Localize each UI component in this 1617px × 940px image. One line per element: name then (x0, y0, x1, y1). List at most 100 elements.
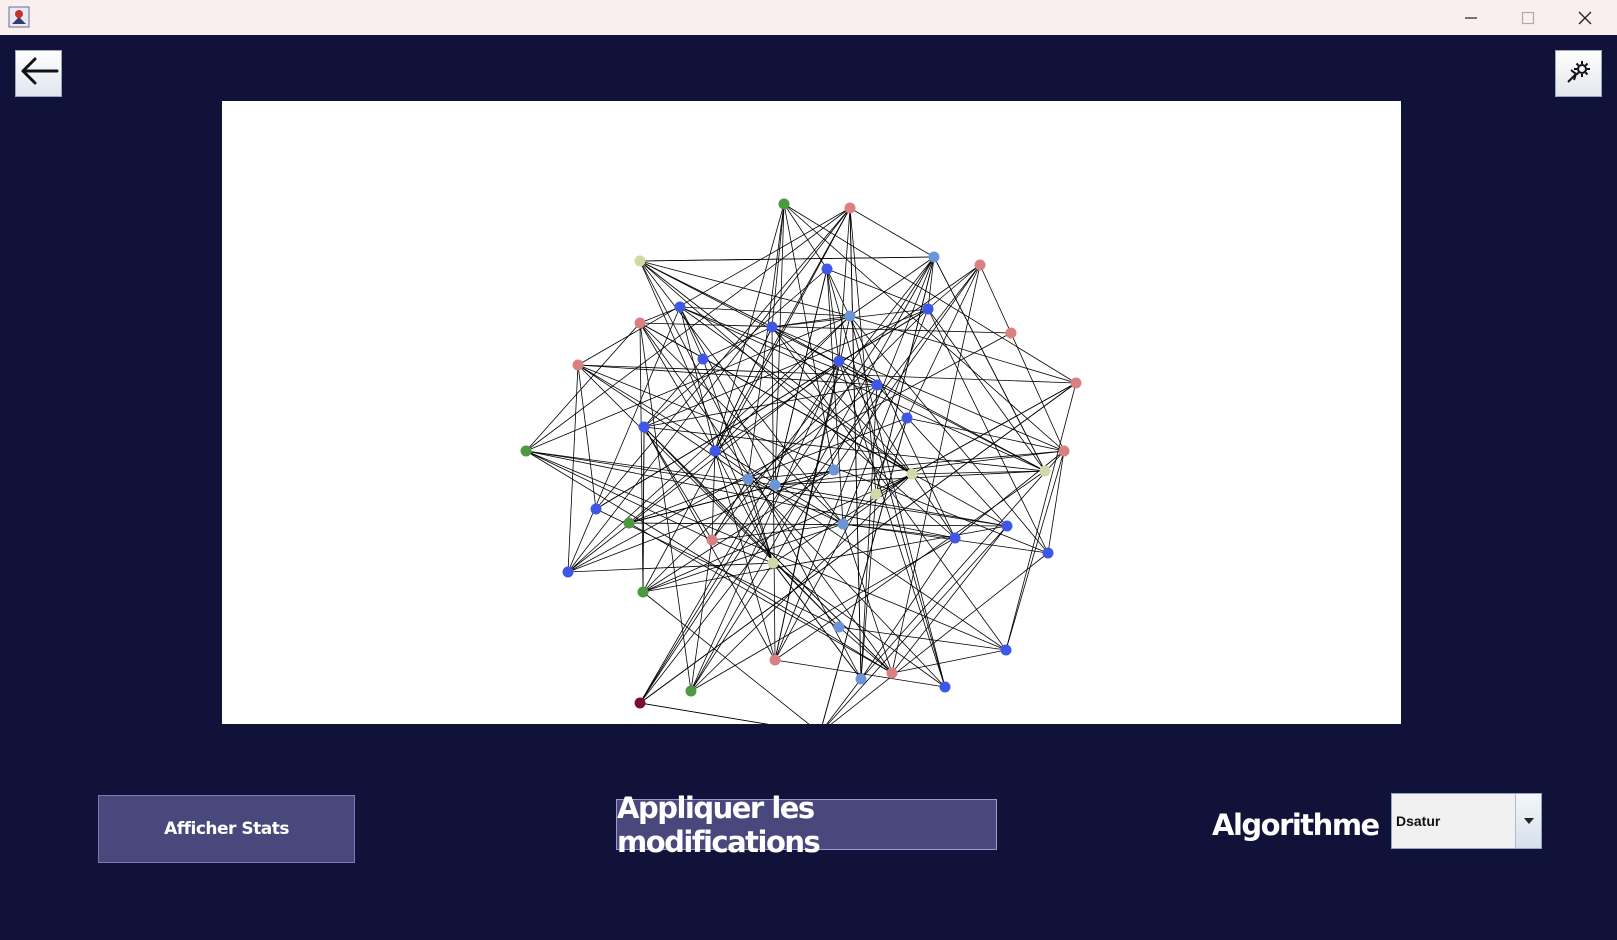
graph-node[interactable] (697, 353, 709, 365)
chevron-down-icon[interactable] (1515, 794, 1541, 848)
graph-edge (927, 308, 1046, 472)
graph-node[interactable] (833, 621, 845, 633)
graph-canvas[interactable] (222, 101, 1401, 724)
graph-node[interactable] (939, 681, 951, 693)
graph-node[interactable] (637, 586, 649, 598)
graph-node[interactable] (871, 379, 883, 391)
graph-edge (838, 360, 1046, 472)
arrow-left-icon (19, 56, 59, 91)
graph-node[interactable] (870, 488, 882, 500)
graph-node[interactable] (901, 412, 913, 424)
graph-node[interactable] (706, 534, 718, 546)
graph-edge (826, 268, 844, 525)
graph-edge (567, 315, 851, 573)
graph-edge (875, 382, 1077, 495)
graph-edge (747, 203, 785, 480)
graph-node[interactable] (974, 259, 986, 271)
graph-edge (906, 264, 981, 419)
graph-node[interactable] (623, 517, 635, 529)
graph-edge (1010, 332, 1065, 452)
graph-edge (639, 702, 769, 724)
graph-edge (979, 264, 1012, 334)
graph-node[interactable] (886, 667, 898, 679)
algorithm-label: Algorithme (1212, 808, 1380, 842)
close-icon[interactable] (1557, 0, 1613, 35)
back-button[interactable] (15, 50, 62, 97)
graph-node[interactable] (769, 479, 781, 491)
graph-node[interactable] (590, 503, 602, 515)
graph-node[interactable] (1039, 465, 1051, 477)
graph-edge (783, 203, 1065, 452)
graph-edge (525, 207, 851, 452)
graph-node[interactable] (520, 445, 532, 457)
graph-edge (838, 207, 851, 362)
graph-node[interactable] (1070, 377, 1082, 389)
maximize-icon[interactable] (1500, 0, 1556, 35)
gear-icon (1564, 56, 1594, 91)
graph-edge (774, 470, 1046, 661)
graph-edge (830, 552, 1049, 724)
graph-edge (525, 450, 776, 486)
graph-node[interactable] (562, 566, 574, 578)
graph-edge (595, 207, 851, 510)
graph-node[interactable] (1000, 644, 1012, 656)
graph-node[interactable] (1042, 547, 1054, 559)
graph-node[interactable] (1058, 445, 1070, 457)
graph-node[interactable] (634, 697, 646, 709)
graph-node[interactable] (572, 359, 584, 371)
algorithm-selected-value: Dsatur (1396, 813, 1441, 829)
graph-node[interactable] (1001, 520, 1013, 532)
graph-edges (525, 203, 1077, 724)
graph-node[interactable] (922, 303, 934, 315)
graph-edge (567, 306, 681, 573)
graph-edge (849, 207, 935, 258)
algorithm-select[interactable]: Dsatur (1391, 793, 1542, 849)
graph-node[interactable] (855, 673, 867, 685)
graph-node[interactable] (1005, 327, 1017, 339)
graph-node[interactable] (928, 251, 940, 263)
graph-edge (639, 484, 776, 704)
graph-edge (849, 207, 862, 680)
graph-edge (642, 426, 645, 593)
graph-node[interactable] (767, 557, 779, 569)
graph-edge (595, 308, 929, 510)
java-app-icon (8, 6, 30, 28)
graph-node[interactable] (844, 202, 856, 214)
graph-edge (679, 306, 776, 486)
minimize-icon[interactable] (1443, 0, 1499, 35)
graph-node[interactable] (833, 355, 845, 367)
settings-button[interactable] (1555, 50, 1602, 97)
graph-edge (1005, 382, 1077, 651)
graph-node[interactable] (766, 321, 778, 333)
graph-edge (643, 268, 828, 428)
graph-edge (911, 470, 1046, 475)
graph-edge (771, 326, 1065, 452)
title-bar (0, 0, 1617, 35)
graph-edge (643, 426, 840, 628)
graph-node[interactable] (638, 421, 650, 433)
graph-node[interactable] (778, 198, 790, 210)
graph-node[interactable] (742, 473, 754, 485)
graph-edge (639, 256, 935, 262)
show-stats-button[interactable]: Afficher Stats (98, 795, 355, 863)
graph-node[interactable] (674, 301, 686, 313)
graph-node[interactable] (685, 685, 697, 697)
graph-node[interactable] (844, 310, 856, 322)
graph-edge (642, 308, 929, 593)
graph-node[interactable] (634, 255, 646, 267)
graph-node[interactable] (837, 518, 849, 530)
graph-node[interactable] (949, 532, 961, 544)
graph-node[interactable] (709, 445, 721, 457)
graph-edge (567, 364, 579, 573)
graph-nodes (520, 198, 1082, 709)
graph-node[interactable] (828, 464, 840, 476)
graph-node[interactable] (634, 317, 646, 329)
graph-edge (933, 256, 1046, 472)
apply-changes-button[interactable]: Appliquer les modifications (616, 791, 997, 859)
graph-edge (577, 364, 597, 510)
graph-node[interactable] (769, 654, 781, 666)
graph-edge (783, 203, 1077, 384)
graph-node[interactable] (821, 263, 833, 275)
show-stats-label: Afficher Stats (164, 819, 289, 839)
graph-node[interactable] (906, 468, 918, 480)
